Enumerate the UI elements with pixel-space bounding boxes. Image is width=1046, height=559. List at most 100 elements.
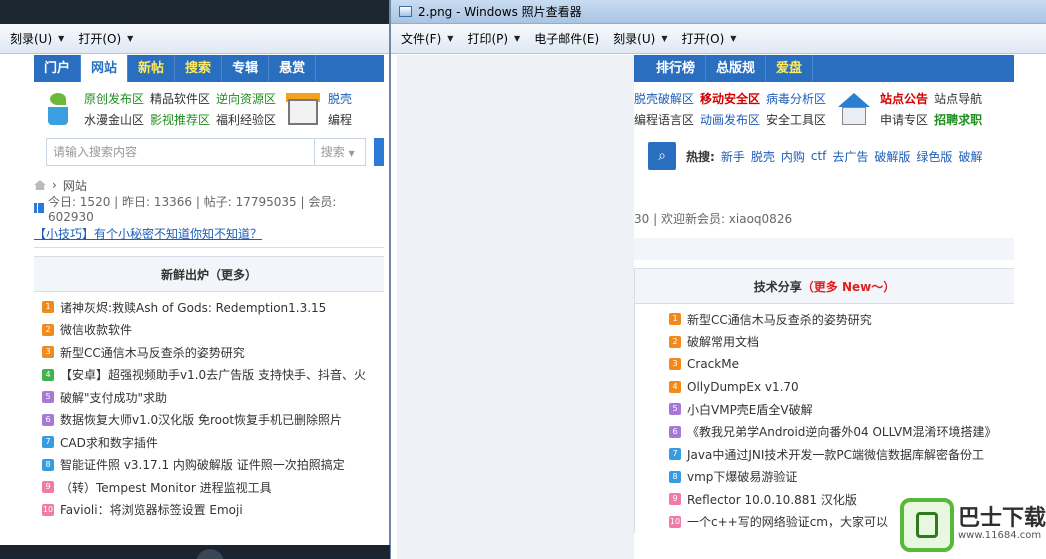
topic-title[interactable]: 新型CC通信木马反查杀的姿势研究 bbox=[687, 311, 872, 328]
hot-keyword[interactable]: 破解 bbox=[958, 148, 982, 165]
topic-title[interactable]: OllyDumpEx v1.70 bbox=[687, 380, 799, 394]
topic-row[interactable]: 4 【安卓】超强视频助手v1.0去广告版 支持快手、抖音、火 bbox=[34, 364, 384, 387]
tab-site[interactable]: 网站 bbox=[81, 55, 129, 82]
topic-title[interactable]: CrackMe bbox=[687, 357, 739, 371]
tab-new-posts[interactable]: 新帖 bbox=[128, 55, 176, 82]
home-icon[interactable] bbox=[34, 180, 46, 190]
topic-title[interactable]: Reflector 10.0.10.881 汉化版 bbox=[687, 491, 857, 508]
topic-row[interactable]: 7 Java中通过JNI技术开发一款PC端微信数据库解密备份工 bbox=[661, 443, 1014, 466]
hot-keyword[interactable]: 破解版 bbox=[874, 148, 910, 165]
search-icon[interactable]: ⌕ bbox=[648, 142, 676, 170]
topic-title[interactable]: 【安卓】超强视频助手v1.0去广告版 支持快手、抖音、火 bbox=[60, 366, 366, 383]
topic-title[interactable]: Java中通过JNI技术开发一款PC端微信数据库解密备份工 bbox=[687, 446, 984, 463]
topic-row[interactable]: 9 （转）Tempest Monitor 进程监视工具 bbox=[34, 476, 384, 499]
topic-row[interactable]: 3 CrackMe bbox=[661, 353, 1014, 376]
zone-link[interactable]: 站点公告 bbox=[880, 90, 928, 107]
hot-keyword[interactable]: ctf bbox=[811, 149, 827, 163]
tab-rules[interactable]: 总版规 bbox=[706, 55, 767, 82]
topic-title[interactable]: 智能证件照 v3.17.1 内购破解版 证件照一次拍照搞定 bbox=[60, 456, 345, 473]
zone-links-block: 脱壳破解区 移动安全区 病毒分析区 编程语言区 动画发布区 安全工具区 站点公告… bbox=[634, 82, 1014, 136]
topic-row[interactable]: 1 诸神灰烬:救赎Ash of Gods: Redemption1.3.15 bbox=[34, 296, 384, 319]
topic-title[interactable]: 数据恢复大师v1.0汉化版 免root恢复手机已删除照片 bbox=[60, 411, 342, 428]
zone-link[interactable]: 精品软件区 bbox=[150, 90, 210, 107]
tab-bounty[interactable]: 悬赏 bbox=[269, 55, 317, 82]
zone-link[interactable]: 编程 bbox=[328, 111, 352, 128]
rank-number-icon: 6 bbox=[669, 425, 681, 438]
topic-row[interactable]: 2 破解常用文档 bbox=[661, 331, 1014, 354]
search-button[interactable] bbox=[374, 138, 384, 166]
search-input[interactable]: 请输入搜索内容 bbox=[46, 138, 315, 166]
zone-link[interactable]: 影视推荐区 bbox=[150, 111, 210, 128]
hot-search-label: 热搜: bbox=[686, 149, 715, 164]
house-icon bbox=[836, 91, 872, 127]
topic-title[interactable]: 《教我兄弟学Android逆向番外04 OLLVM混淆环境搭建》 bbox=[687, 423, 997, 440]
menu-open[interactable]: 打开(O) ▼ bbox=[78, 30, 133, 47]
topic-title[interactable]: vmp下爆破易游验证 bbox=[687, 468, 797, 485]
hot-keyword[interactable]: 内购 bbox=[781, 148, 805, 165]
menu-email[interactable]: 电子邮件(E) bbox=[534, 30, 599, 47]
zone-link[interactable]: 原创发布区 bbox=[84, 90, 144, 107]
topic-title[interactable]: 微信收款软件 bbox=[60, 321, 132, 338]
topic-row[interactable]: 5 小白VMP壳E盾全V破解 bbox=[661, 398, 1014, 421]
topic-row[interactable]: 1 新型CC通信木马反查杀的姿势研究 bbox=[661, 308, 1014, 331]
topic-row[interactable]: 5 破解"支付成功"求助 bbox=[34, 386, 384, 409]
menu-burn[interactable]: 刻录(U) ▼ bbox=[613, 30, 667, 47]
tab-aipan[interactable]: 爱盘 bbox=[766, 55, 814, 82]
topic-row[interactable]: 4 OllyDumpEx v1.70 bbox=[661, 376, 1014, 399]
zone-link[interactable]: 编程语言区 bbox=[634, 111, 694, 128]
panel-more-link[interactable]: （更多 New～） bbox=[802, 278, 895, 295]
hot-keyword[interactable]: 绿色版 bbox=[916, 148, 952, 165]
topic-title[interactable]: 诸神灰烬:救赎Ash of Gods: Redemption1.3.15 bbox=[60, 299, 326, 316]
panel-more-link[interactable]: （更多） bbox=[209, 266, 257, 283]
rank-number-icon: 8 bbox=[669, 470, 681, 483]
topic-title[interactable]: 破解常用文档 bbox=[687, 333, 759, 350]
tab-search[interactable]: 搜索 bbox=[175, 55, 223, 82]
zone-link[interactable]: 水漫金山区 bbox=[84, 111, 144, 128]
topic-title[interactable]: CAD求和数字插件 bbox=[60, 434, 158, 451]
zone-link[interactable]: 移动安全区 bbox=[700, 90, 760, 107]
topic-title[interactable]: （转）Tempest Monitor 进程监视工具 bbox=[60, 479, 272, 496]
topic-row[interactable]: 6 《教我兄弟学Android逆向番外04 OLLVM混淆环境搭建》 bbox=[661, 421, 1014, 444]
topic-row[interactable]: 2 微信收款软件 bbox=[34, 319, 384, 342]
zone-link[interactable]: 动画发布区 bbox=[700, 111, 760, 128]
hot-keyword[interactable]: 去广告 bbox=[832, 148, 868, 165]
zone-link[interactable]: 病毒分析区 bbox=[766, 90, 826, 107]
topic-row[interactable]: 3 新型CC通信木马反查杀的姿势研究 bbox=[34, 341, 384, 364]
zone-link[interactable]: 招聘求职 bbox=[934, 111, 982, 128]
zone-link[interactable]: 安全工具区 bbox=[766, 111, 826, 128]
topic-title[interactable]: 一个c++写的网络验证cm，大家可以 bbox=[687, 513, 888, 530]
menu-print[interactable]: 打印(P) ▼ bbox=[467, 30, 520, 47]
tab-rankings[interactable]: 排行榜 bbox=[634, 55, 707, 82]
menu-print-label: 打印(P) bbox=[467, 32, 509, 46]
topic-title[interactable]: 破解"支付成功"求助 bbox=[60, 389, 167, 406]
zone-link[interactable]: 脱壳 bbox=[328, 90, 352, 107]
tab-albums[interactable]: 专辑 bbox=[222, 55, 270, 82]
zone-link[interactable]: 逆向资源区 bbox=[216, 90, 276, 107]
topic-title[interactable]: 小白VMP壳E盾全V破解 bbox=[687, 401, 813, 418]
breadcrumb-current[interactable]: 网站 bbox=[63, 177, 87, 194]
topic-title[interactable]: Favioli：将浏览器标签设置 Emoji bbox=[60, 501, 243, 518]
rank-number-icon: 10 bbox=[42, 503, 54, 516]
zone-link[interactable]: 福利经验区 bbox=[216, 111, 276, 128]
topic-row[interactable]: 7 CAD求和数字插件 bbox=[34, 431, 384, 454]
topic-row[interactable]: 6 数据恢复大师v1.0汉化版 免root恢复手机已删除照片 bbox=[34, 409, 384, 432]
zone-link[interactable]: 申请专区 bbox=[880, 111, 928, 128]
tip-link[interactable]: 【小技巧】有个小秘密不知道你知不知道？ bbox=[34, 220, 384, 248]
topic-row[interactable]: 8 vmp下爆破易游验证 bbox=[661, 466, 1014, 489]
topic-row[interactable]: 8 智能证件照 v3.17.1 内购破解版 证件照一次拍照搞定 bbox=[34, 454, 384, 477]
tab-portal[interactable]: 门户 bbox=[34, 55, 82, 82]
hot-keyword[interactable]: 脱壳 bbox=[751, 148, 775, 165]
chevron-down-icon: ▼ bbox=[661, 34, 668, 43]
topic-title[interactable]: 新型CC通信木马反查杀的姿势研究 bbox=[60, 344, 245, 361]
zone-link[interactable]: 脱壳破解区 bbox=[634, 90, 694, 107]
zone-link[interactable]: 站点导航 bbox=[934, 90, 982, 107]
rank-number-icon: 7 bbox=[669, 448, 681, 461]
menu-open[interactable]: 打开(O) ▼ bbox=[681, 30, 736, 47]
rank-number-icon: 4 bbox=[669, 380, 681, 393]
menu-burn[interactable]: 刻录(U) ▼ bbox=[10, 30, 64, 47]
hot-keyword[interactable]: 新手 bbox=[721, 148, 745, 165]
topic-row[interactable]: 10 Favioli：将浏览器标签设置 Emoji bbox=[34, 499, 384, 522]
search-type-select[interactable]: 搜索 ▼ bbox=[314, 138, 367, 166]
menu-file[interactable]: 文件(F) ▼ bbox=[401, 30, 453, 47]
start-orb-icon[interactable] bbox=[196, 549, 224, 559]
